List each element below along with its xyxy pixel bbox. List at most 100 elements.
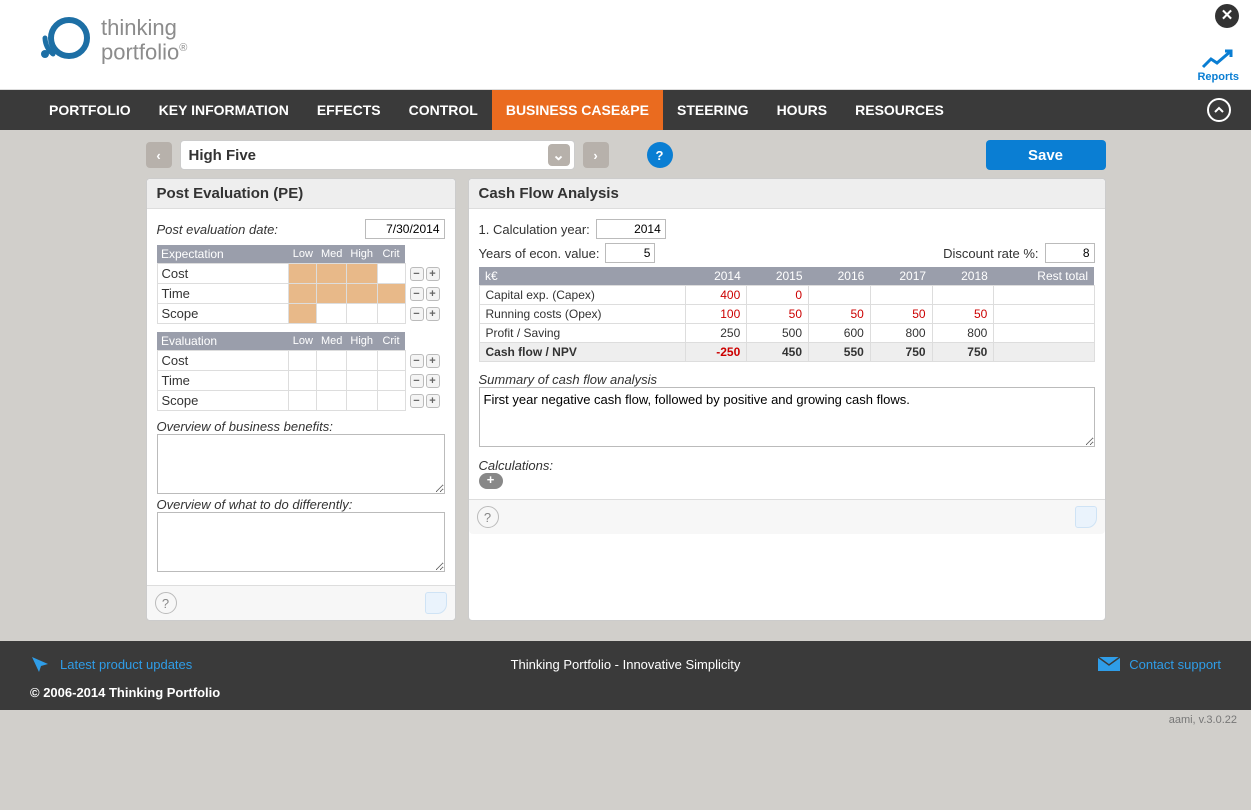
plus-minus[interactable]: −+ — [410, 374, 440, 388]
discount-label: Discount rate %: — [943, 246, 1038, 261]
cash-cell[interactable]: 0 — [747, 286, 809, 305]
updates-link[interactable]: Latest product updates — [60, 657, 192, 672]
rating-cell[interactable] — [377, 371, 405, 391]
nav-tab[interactable]: EFFECTS — [303, 90, 395, 130]
plus-minus[interactable]: −+ — [410, 287, 440, 301]
prev-button[interactable]: ‹ — [146, 142, 172, 168]
rating-cell[interactable] — [346, 304, 377, 324]
rating-cell[interactable] — [289, 284, 317, 304]
cash-cell[interactable] — [809, 286, 871, 305]
next-button[interactable]: › — [583, 142, 609, 168]
rating-cell[interactable] — [317, 264, 346, 284]
cash-cell[interactable]: 50 — [809, 305, 871, 324]
contact-link[interactable]: Contact support — [1129, 657, 1221, 672]
close-icon[interactable]: ✕ — [1215, 4, 1239, 28]
rating-cell[interactable] — [289, 391, 317, 411]
benefits-label: Overview of business benefits: — [157, 419, 333, 434]
brand-line1: thinking — [101, 15, 177, 40]
rating-cell[interactable] — [289, 304, 317, 324]
collapse-nav-button[interactable] — [1207, 98, 1231, 122]
chevron-down-icon[interactable]: ⌄ — [548, 144, 570, 166]
plus-minus[interactable]: −+ — [410, 267, 440, 281]
rating-cell[interactable] — [346, 284, 377, 304]
cash-cell[interactable]: 250 — [685, 324, 747, 343]
evaluation-table: Evaluation Low Med High Crit Cost−+Time−… — [157, 332, 445, 411]
cash-cell[interactable]: 50 — [932, 305, 994, 324]
plus-icon: + — [426, 354, 440, 368]
cash-cell[interactable]: 750 — [932, 343, 994, 362]
reports-button[interactable]: Reports — [1197, 47, 1239, 83]
table-row: Profit / Saving250500600800800 — [479, 324, 1094, 343]
cash-cell[interactable]: 800 — [870, 324, 932, 343]
rating-cell[interactable] — [317, 351, 346, 371]
table-row: Time−+ — [157, 371, 444, 391]
discount-input[interactable] — [1045, 243, 1095, 263]
cash-cell[interactable]: 750 — [870, 343, 932, 362]
panel-help-icon[interactable]: ? — [155, 592, 177, 614]
econ-input[interactable] — [605, 243, 655, 263]
table-row: Time−+ — [157, 284, 444, 304]
diff-textarea[interactable] — [157, 512, 445, 572]
cash-cell[interactable] — [870, 286, 932, 305]
cash-cell[interactable]: 100 — [685, 305, 747, 324]
save-button[interactable]: Save — [986, 140, 1106, 170]
panel-help-icon[interactable]: ? — [477, 506, 499, 528]
rating-cell[interactable] — [289, 264, 317, 284]
nav-tab[interactable]: KEY INFORMATION — [145, 90, 303, 130]
minus-icon: − — [410, 267, 424, 281]
plus-icon: + — [426, 307, 440, 321]
add-calculation-button[interactable]: + — [479, 473, 503, 489]
rating-cell[interactable] — [377, 351, 405, 371]
rating-cell[interactable] — [346, 264, 377, 284]
nav-tab[interactable]: CONTROL — [395, 90, 492, 130]
rating-cell[interactable] — [377, 264, 405, 284]
summary-textarea[interactable] — [479, 387, 1095, 447]
nav-tab[interactable]: RESOURCES — [841, 90, 958, 130]
benefits-textarea[interactable] — [157, 434, 445, 494]
cash-cell[interactable] — [994, 305, 1094, 324]
rating-cell[interactable] — [377, 284, 405, 304]
cash-cell[interactable] — [994, 343, 1094, 362]
cash-cell[interactable]: 800 — [932, 324, 994, 343]
pe-date-input[interactable] — [365, 219, 445, 239]
cash-cell[interactable]: -250 — [685, 343, 747, 362]
plus-minus[interactable]: −+ — [410, 394, 441, 408]
rating-cell[interactable] — [377, 304, 405, 324]
rating-cell[interactable] — [377, 391, 405, 411]
rating-cell[interactable] — [346, 391, 377, 411]
econ-label: Years of econ. value: — [479, 246, 600, 261]
cash-cell[interactable]: 500 — [747, 324, 809, 343]
cash-cell[interactable]: 400 — [685, 286, 747, 305]
plus-minus[interactable]: −+ — [410, 307, 441, 321]
nav-tab[interactable]: STEERING — [663, 90, 763, 130]
cash-cell[interactable]: 50 — [870, 305, 932, 324]
project-title-select[interactable]: High Five ⌄ — [180, 140, 575, 170]
rating-cell[interactable] — [317, 304, 346, 324]
rating-cell[interactable] — [317, 284, 346, 304]
cash-cell[interactable]: 450 — [747, 343, 809, 362]
help-button[interactable]: ? — [647, 142, 673, 168]
minus-icon: − — [410, 287, 424, 301]
rating-cell[interactable] — [346, 351, 377, 371]
note-icon[interactable] — [1075, 506, 1097, 528]
cash-cell[interactable]: 600 — [809, 324, 871, 343]
nav-tab[interactable]: BUSINESS CASE&PE — [492, 90, 663, 130]
minus-icon: − — [410, 394, 424, 408]
cash-cell[interactable]: 50 — [747, 305, 809, 324]
rating-cell[interactable] — [317, 391, 346, 411]
nav-tab[interactable]: PORTFOLIO — [35, 90, 145, 130]
cash-cell[interactable]: 550 — [809, 343, 871, 362]
cash-cell[interactable] — [932, 286, 994, 305]
plus-icon: + — [426, 394, 440, 408]
rating-cell[interactable] — [289, 351, 317, 371]
cash-cell[interactable] — [994, 286, 1094, 305]
calc-year-input[interactable] — [596, 219, 666, 239]
rating-cell[interactable] — [317, 371, 346, 391]
cash-cell[interactable] — [994, 324, 1094, 343]
nav-tab[interactable]: HOURS — [763, 90, 842, 130]
footer: Latest product updates Thinking Portfoli… — [0, 641, 1251, 710]
plus-minus[interactable]: −+ — [410, 354, 440, 368]
note-icon[interactable] — [425, 592, 447, 614]
rating-cell[interactable] — [289, 371, 317, 391]
rating-cell[interactable] — [346, 371, 377, 391]
